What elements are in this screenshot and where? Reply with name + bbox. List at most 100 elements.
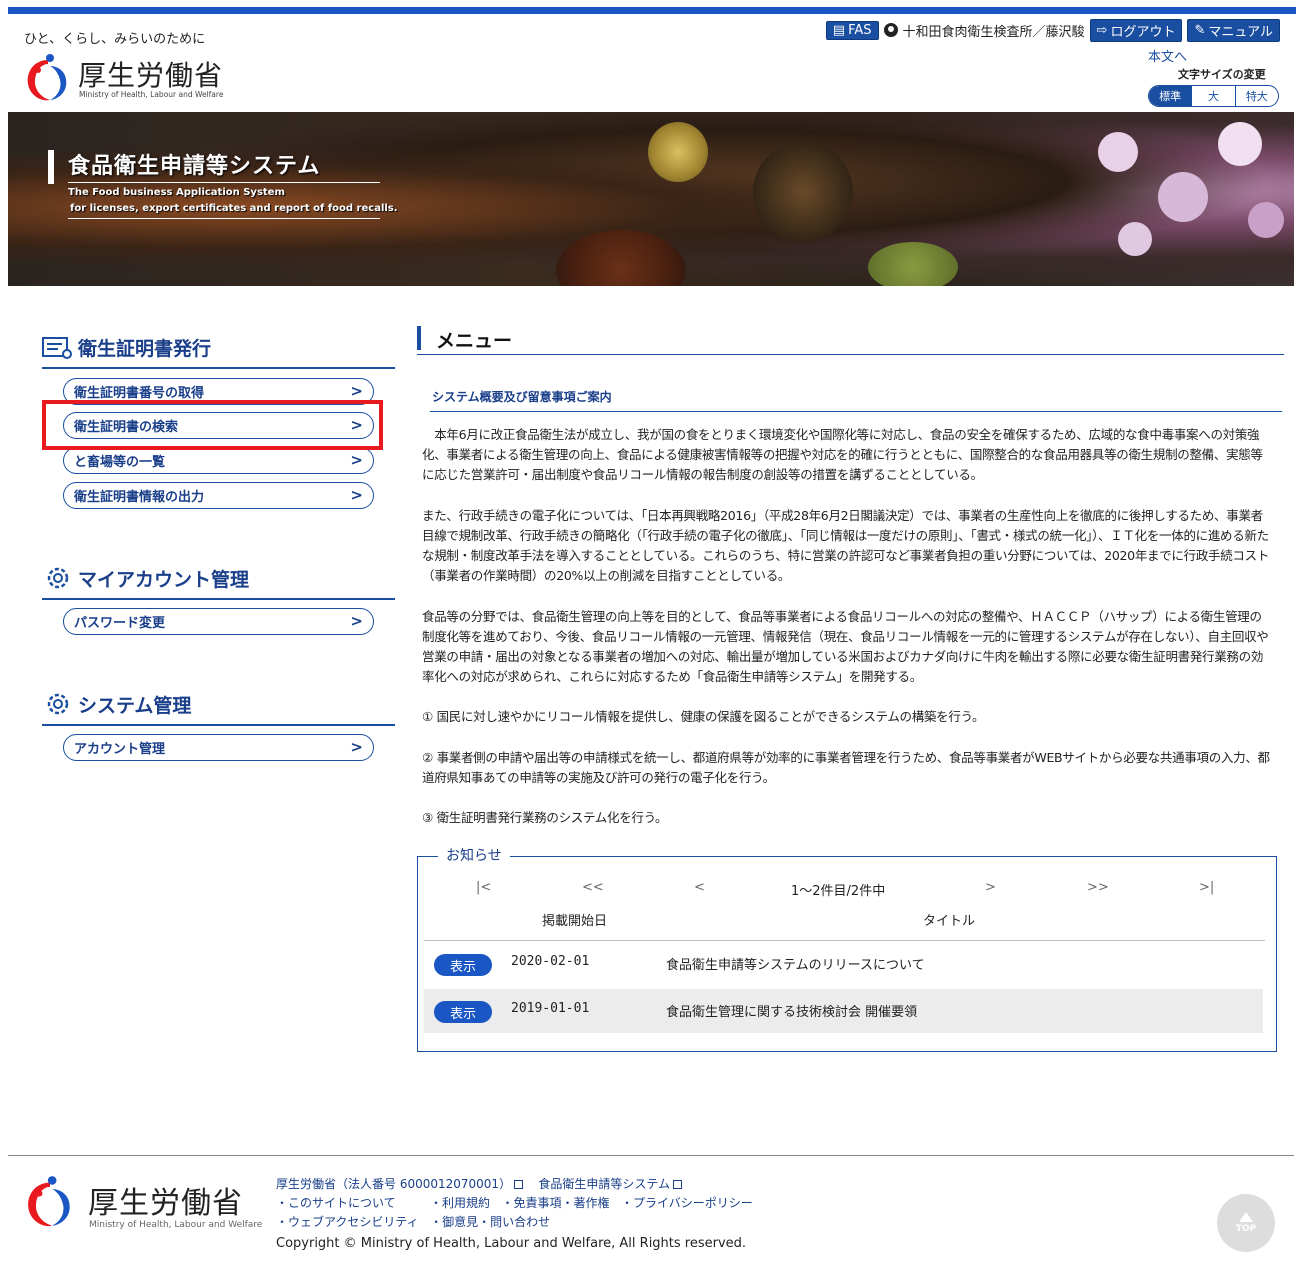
font-size-large[interactable]: 大: [1191, 86, 1234, 106]
manual-button[interactable]: ✎ マニュアル: [1187, 18, 1280, 42]
footer-link-disclaimer[interactable]: ・免責事項・著作権: [501, 1196, 609, 1210]
chevron-right-icon: >: [350, 612, 363, 630]
overview-paragraph: ① 国民に対し速やかにリコール情報を提供し、健康の保護を図ることができるシステム…: [422, 709, 985, 724]
pager-prev-page[interactable]: <<: [582, 880, 604, 895]
logout-icon: ⇨: [1096, 22, 1108, 38]
external-link-icon: [673, 1180, 682, 1189]
section-underline: [42, 367, 395, 369]
hero-flower-image: [1098, 132, 1138, 172]
notice-title: 食品衛生申請等システムのリリースについて: [666, 958, 925, 973]
section-title-system-admin: システム管理: [42, 690, 191, 718]
table-row: 表示 2019-01-01 食品衛生管理に関する技術検討会 開催要領: [424, 989, 1263, 1033]
overview-rule: [430, 411, 1282, 412]
footer-link-accessibility[interactable]: ・ウェブアクセシビリティ: [276, 1215, 419, 1229]
pager-last[interactable]: >|: [1199, 880, 1214, 895]
pager-next[interactable]: >: [985, 880, 996, 895]
footer-link-privacy[interactable]: ・プライバシーポリシー: [621, 1196, 753, 1210]
overview-paragraph: 食品等の分野では、食品衛生管理の向上等を目的として、食品等事業者による食品リコー…: [422, 609, 1269, 684]
pager-prev[interactable]: <: [694, 880, 705, 895]
notice-legend: お知らせ: [438, 845, 510, 865]
user-name: 十和田食肉衛生検査所／藤沢駿: [902, 24, 1085, 40]
hero-subtitle-1: The Food business Application System: [68, 187, 285, 198]
chevron-right-icon: >: [350, 382, 363, 400]
footer-link-terms[interactable]: ・利用規約: [430, 1196, 490, 1210]
menu-account-management[interactable]: アカウント管理 >: [63, 734, 374, 761]
font-size-standard[interactable]: 標準: [1149, 86, 1192, 106]
hero-flower-image: [1218, 122, 1262, 166]
fas-button[interactable]: ▤ FAS: [825, 20, 879, 40]
section-title-label: システム管理: [78, 694, 192, 717]
hero-food-image: [648, 122, 708, 182]
footer-link-system[interactable]: 食品衛生申請等システム: [538, 1177, 670, 1191]
manual-icon: ✎: [1194, 22, 1206, 38]
hero-title-bar: [48, 150, 54, 184]
fas-label: FAS: [848, 22, 872, 38]
copyright: Copyright © Ministry of Health, Labour a…: [276, 1236, 747, 1251]
section-title-label: 衛生証明書発行: [78, 338, 212, 360]
section-title-certificate: 衛生証明書発行: [42, 334, 211, 361]
font-size-xlarge[interactable]: 特大: [1234, 86, 1278, 106]
skip-to-content-link[interactable]: 本文へ: [1148, 46, 1187, 65]
column-header-title: タイトル: [923, 914, 976, 929]
font-size-label: 文字サイズの変更: [1178, 68, 1266, 81]
overview-paragraph: また、行政手続きの電子化については、「日本再興戦略2016」（平成28年6月2日…: [422, 508, 1270, 583]
footer-link-contact[interactable]: ・御意見・問い合わせ: [430, 1215, 550, 1229]
main-title-bar: [417, 326, 421, 350]
hero-title: 食品衛生申請等システム: [68, 154, 321, 179]
chevron-right-icon: >: [350, 738, 363, 756]
menu-change-password[interactable]: パスワード変更 >: [63, 608, 374, 635]
pager-first[interactable]: |<: [476, 880, 491, 895]
logout-button[interactable]: ⇨ ログアウト: [1089, 18, 1183, 42]
hero-flower-image: [1118, 222, 1152, 256]
gear-icon: [47, 693, 69, 715]
section-title-label: マイアカウント管理: [78, 568, 250, 591]
arrow-up-icon: [1239, 1212, 1253, 1222]
footer-mhlw-logo[interactable]: 厚生労働省 Ministry of Health, Labour and Wel…: [22, 1172, 262, 1232]
overview-paragraph: 本年6月に改正食品衛生法が成立し、我が国の食をとりまく環境変化や国際化等に対応し…: [422, 427, 1263, 482]
notice-date: 2019-01-01: [511, 1001, 590, 1016]
logo-text-en: Ministry of Health, Labour and Welfare: [79, 90, 224, 99]
chevron-right-icon: >: [350, 486, 363, 504]
back-to-top-label: TOP: [1235, 1224, 1257, 1234]
menu-export-certificate-info[interactable]: 衛生証明書情報の出力 >: [63, 482, 374, 509]
footer-logo-text-en: Ministry of Health, Labour and Welfare: [89, 1220, 263, 1230]
footer-logo-text-jp: 厚生労働省: [88, 1186, 243, 1221]
show-button[interactable]: 表示: [434, 954, 492, 976]
top-accent-bar: [8, 7, 1296, 14]
section-underline: [42, 598, 395, 600]
overview-heading: システム概要及び留意事項ご案内: [432, 390, 612, 404]
table-row: 表示 2020-02-01 食品衛生申請等システムのリリースについて: [424, 942, 1263, 986]
pager-range: 1～2件目/2件中: [791, 884, 886, 899]
logout-label: ログアウト: [1110, 24, 1176, 40]
chevron-right-icon: >: [350, 451, 363, 469]
hero-food-image: [556, 230, 686, 286]
manual-label: マニュアル: [1208, 24, 1273, 40]
notice-title: 食品衛生管理に関する技術検討会 開催要領: [666, 1005, 918, 1020]
user-bar: ▤ FAS 十和田食肉衛生検査所／藤沢駿 ⇨ ログアウト ✎ マニュアル: [825, 18, 1280, 42]
menu-item-label: と畜場等の一覧: [74, 455, 166, 470]
overview-paragraph: ③ 衛生証明書発行業務のシステム化を行う。: [422, 810, 668, 825]
overview-paragraph: ② 事業者側の申請や届出等の申請様式を統一し、都道府県等が効率的に事業者管理を行…: [422, 750, 1270, 785]
section-underline: [42, 724, 395, 726]
pager-next-page[interactable]: >>: [1087, 880, 1109, 895]
footer-divider: [8, 1155, 1294, 1156]
site-tagline: ひと、くらし、みらいのために: [24, 32, 206, 47]
footer-link-mhlw[interactable]: 厚生労働省（法人番号 6000012070001）: [276, 1177, 511, 1191]
footer-link-about[interactable]: ・このサイトについて: [276, 1196, 396, 1210]
column-header-date: 掲載開始日: [542, 914, 608, 929]
mhlw-logo[interactable]: 厚生労働省 Ministry of Health, Labour and Wel…: [22, 52, 242, 104]
menu-slaughterhouse-list[interactable]: と畜場等の一覧 >: [63, 447, 374, 474]
footer-links: 厚生労働省（法人番号 6000012070001） 食品衛生申請等システム ・こ…: [276, 1175, 753, 1232]
hero-flower-image: [1248, 202, 1284, 238]
hero-banner: 食品衛生申請等システム The Food business Applicatio…: [8, 112, 1294, 286]
show-button[interactable]: 表示: [434, 1001, 492, 1023]
hero-food-image: [868, 242, 958, 286]
notice-date: 2020-02-01: [511, 954, 590, 969]
hero-food-image: [753, 142, 853, 242]
logo-text-jp: 厚生労働省: [78, 59, 224, 92]
notice-header-rule: [424, 940, 1265, 941]
menu-item-label: 衛生証明書情報の出力: [74, 490, 205, 505]
section-title-my-account: マイアカウント管理: [42, 564, 249, 592]
hero-flower-image: [1158, 172, 1208, 222]
back-to-top-button[interactable]: TOP: [1217, 1194, 1275, 1252]
